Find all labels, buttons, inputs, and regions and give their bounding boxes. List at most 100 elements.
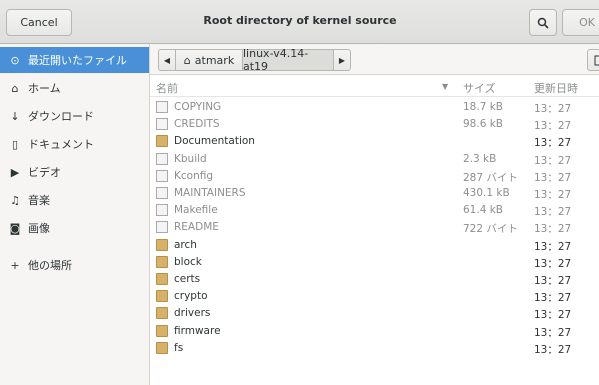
file-list: 名前 ▼ サイズ 更新日時 COPYING 18.7 kB 13：27 CREDITS… — [150, 75, 599, 385]
file-modified: 13：27 — [534, 154, 572, 167]
file-size: 18.7 kB — [463, 101, 504, 113]
sidebar-item-pictures[interactable]: ◙ 画像 — [0, 215, 149, 241]
file-row[interactable]: fs 13：27 — [150, 340, 599, 358]
file-icon — [156, 152, 168, 165]
file-row[interactable]: crypto 13：27 — [150, 288, 599, 306]
file-modified: 13：27 — [534, 292, 572, 305]
path-bar: ◀ ⌂ atmark linux-v4.14-at19 ▶ — [150, 44, 599, 75]
music-icon: ♫ — [10, 193, 20, 207]
file-modified: 13：27 — [534, 206, 572, 219]
sidebar-item-videos[interactable]: ▶ ビデオ — [0, 159, 149, 185]
path-forward-button[interactable]: ▶ — [333, 49, 351, 71]
plus-icon: + — [10, 258, 20, 272]
file-row[interactable]: block 13：27 — [150, 254, 599, 272]
sidebar-item-label: 画像 — [28, 222, 50, 235]
sidebar-item-label: ダウンロード — [28, 110, 94, 123]
file-size: 287 バイト — [463, 171, 518, 184]
sidebar-item-home[interactable]: ⌂ ホーム — [0, 75, 149, 101]
chevron-left-icon: ◀ — [163, 55, 171, 65]
file-row[interactable]: drivers 13：27 — [150, 305, 599, 323]
column-name[interactable]: 名前 — [156, 80, 178, 96]
file-modified: 13：27 — [534, 326, 572, 339]
file-name: CREDITS — [174, 118, 220, 131]
search-button[interactable] — [529, 9, 557, 36]
file-icon — [156, 101, 168, 113]
file-row[interactable]: Kconfig 287 バイト 13：27 — [150, 168, 599, 186]
folder-icon — [156, 135, 168, 148]
folder-icon — [156, 290, 168, 303]
column-size[interactable]: サイズ — [463, 80, 496, 96]
file-modified: 13：27 — [534, 309, 572, 322]
download-icon: ↓ — [10, 109, 20, 123]
document-icon: ▯ — [11, 137, 19, 151]
file-name: crypto — [174, 290, 208, 303]
new-folder-button[interactable] — [587, 49, 599, 71]
file-icon — [156, 204, 168, 217]
sort-arrow-icon[interactable]: ▼ — [442, 82, 448, 91]
sidebar-item-other-locations[interactable]: + 他の場所 — [0, 252, 149, 278]
chevron-right-icon: ▶ — [338, 55, 346, 65]
path-segment-home[interactable]: ⌂ atmark — [175, 49, 243, 71]
file-name: firmware — [174, 324, 221, 337]
file-row[interactable]: arch 13：27 — [150, 237, 599, 255]
file-row[interactable]: firmware 13：27 — [150, 323, 599, 341]
path-back-button[interactable]: ◀ — [158, 49, 176, 71]
column-header: 名前 ▼ サイズ 更新日時 — [150, 75, 599, 97]
folder-icon — [156, 238, 168, 251]
file-modified: 13：27 — [534, 171, 572, 184]
sidebar-item-label: ビデオ — [28, 166, 61, 179]
file-modified: 13：27 — [534, 343, 572, 356]
file-name: Makefile — [174, 204, 218, 217]
home-icon: ⌂ — [183, 53, 191, 67]
file-name: COPYING — [174, 101, 222, 113]
file-name: Kconfig — [174, 169, 214, 182]
file-modified: 13：27 — [534, 120, 572, 133]
ok-button[interactable]: OK — [562, 9, 599, 36]
file-row[interactable]: Documentation 13：27 — [150, 133, 599, 151]
file-icon — [156, 169, 168, 182]
sidebar: ⊙ 最近開いたファイル ⌂ ホーム ↓ ダウンロード ▯ ドキュメント ▶ ビデ… — [0, 44, 150, 385]
column-modified[interactable]: 更新日時 — [534, 80, 578, 96]
clock-icon: ⊙ — [10, 53, 20, 67]
file-name: README — [174, 221, 219, 234]
file-size: 430.1 kB — [463, 187, 510, 199]
file-icon — [156, 187, 168, 199]
file-name: drivers — [174, 307, 211, 320]
file-icon — [156, 118, 168, 131]
sidebar-item-label: ドキュメント — [28, 138, 94, 151]
sidebar-item-label: 最近開いたファイル — [28, 54, 127, 67]
new-folder-icon — [594, 55, 599, 66]
file-name: Documentation — [174, 135, 255, 148]
file-modified: 13：27 — [534, 103, 572, 115]
file-size: 2.3 kB — [463, 152, 497, 165]
file-row[interactable]: Kbuild 2.3 kB 13：27 — [150, 151, 599, 169]
camera-icon: ◙ — [9, 221, 21, 235]
file-row[interactable]: Makefile 61.4 kB 13：27 — [150, 202, 599, 220]
file-name: certs — [174, 273, 201, 285]
file-row[interactable]: MAINTAINERS 430.1 kB 13：27 — [150, 185, 599, 203]
file-row[interactable]: certs 13：27 — [150, 271, 599, 289]
file-modified: 13：27 — [534, 137, 572, 150]
file-modified: 13：27 — [534, 240, 572, 253]
sidebar-item-recent[interactable]: ⊙ 最近開いたファイル — [0, 47, 149, 73]
file-name: arch — [174, 238, 197, 251]
file-name: Kbuild — [174, 152, 207, 165]
cancel-button[interactable]: Cancel — [6, 9, 72, 36]
folder-icon — [156, 341, 168, 354]
file-modified: 13：27 — [534, 223, 572, 236]
sidebar-item-downloads[interactable]: ↓ ダウンロード — [0, 103, 149, 129]
search-icon — [537, 17, 549, 29]
sidebar-item-documents[interactable]: ▯ ドキュメント — [0, 131, 149, 157]
path-segment-current[interactable]: linux-v4.14-at19 — [242, 47, 334, 73]
path-segment-label: linux-v4.14-at19 — [243, 47, 309, 73]
file-row[interactable]: README 722 バイト 13：27 — [150, 219, 599, 237]
file-icon — [156, 221, 168, 234]
folder-icon — [156, 307, 168, 320]
file-row[interactable]: COPYING 18.7 kB 13：27 — [150, 99, 599, 117]
sidebar-item-music[interactable]: ♫ 音楽 — [0, 187, 149, 213]
file-name: MAINTAINERS — [174, 187, 246, 199]
file-row[interactable]: CREDITS 98.6 kB 13：27 — [150, 116, 599, 134]
dialog-title: Root directory of kernel source — [203, 14, 397, 27]
home-icon: ⌂ — [11, 81, 19, 95]
file-size: 61.4 kB — [463, 204, 504, 217]
